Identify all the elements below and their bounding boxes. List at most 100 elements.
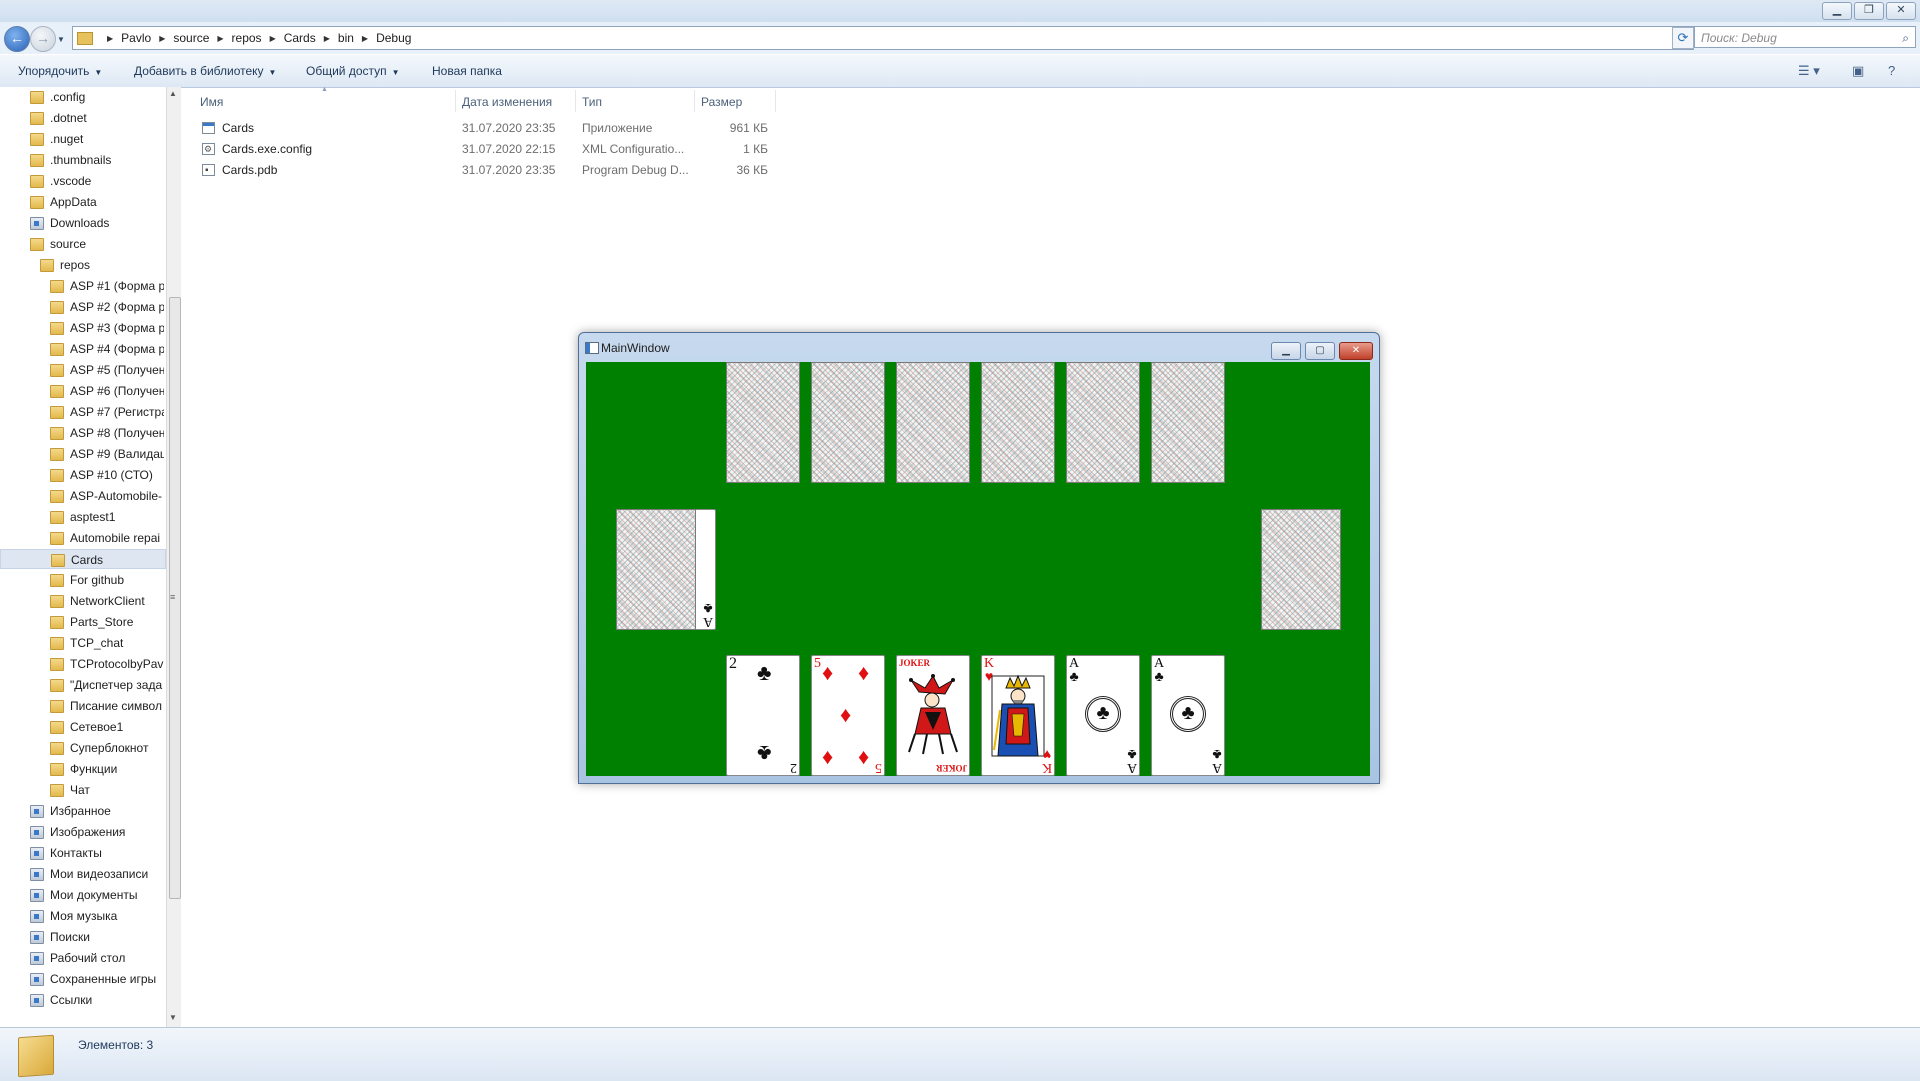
refresh-button[interactable]: ⟳ [1672,27,1694,49]
column-divider[interactable] [575,90,576,112]
tree-item[interactable]: Изображения [0,822,166,842]
maximize-button[interactable]: ▢ [1305,342,1335,360]
column-header-type[interactable]: Тип [582,92,602,112]
breadcrumb-item[interactable]: Cards ▶ [284,31,338,45]
tree-item[interactable]: .nuget [0,129,166,149]
minimize-button[interactable]: ▁ [1822,2,1852,20]
forward-button[interactable]: → [30,26,56,52]
scroll-up-arrow[interactable]: ▲ [169,89,177,98]
card-back[interactable] [811,362,885,483]
main-window[interactable]: MainWindow ▁ ▢ ✕ A ♣ 2 ♣ ♣ 2 5 ♦ ♦ ♦ ♦ ♦… [578,332,1380,784]
column-header-name[interactable]: Имя [200,92,223,112]
column-divider[interactable] [775,90,776,112]
close-button[interactable]: ✕ [1339,342,1373,360]
tree-item[interactable]: ASP #7 (Регистра [0,402,166,422]
address-bar[interactable]: ▶ Pavlo ▶ source ▶ repos ▶ Cards ▶ bin ▶ Debu… [72,26,1694,50]
tree-item[interactable]: .dotnet [0,108,166,128]
card-back[interactable] [896,362,970,483]
tree-item[interactable]: TCP_chat [0,633,166,653]
tree-item[interactable]: Сетевое1 [0,717,166,737]
tree-item[interactable]: ASP-Automobile- [0,486,166,506]
recent-pages-dropdown[interactable]: ▼ [57,35,65,44]
tree-item[interactable]: ASP #8 (Получен [0,423,166,443]
view-options-icon[interactable]: ☰ ▾ [1798,63,1820,79]
tree-item[interactable]: For github [0,570,166,590]
tree-item[interactable]: ASP #10 (СТО) [0,465,166,485]
tree-item[interactable]: Automobile repai [0,528,166,548]
share-button[interactable]: Общий доступ ▼ [306,64,400,78]
hand-card-joker[interactable]: JOKER JOKER [896,655,970,776]
tree-item[interactable]: ASP #9 (Валидац [0,444,166,464]
organize-button[interactable]: Упорядочить ▼ [18,64,102,78]
tree-item[interactable]: Мои документы [0,885,166,905]
tree-item[interactable]: ASP #6 (Получен [0,381,166,401]
file-row[interactable]: Cards 31.07.2020 23:35 Приложение 961 КБ [200,118,780,139]
hand-card-king-hearts[interactable]: K ♥ K ♥ [981,655,1055,776]
tree-item[interactable]: Чат [0,780,166,800]
breadcrumb-item[interactable]: Debug [376,31,411,45]
back-button[interactable]: ← [4,26,30,52]
breadcrumb-item[interactable]: Pavlo ▶ [121,31,173,45]
tree-item[interactable]: Суперблокнот [0,738,166,758]
tree-item[interactable]: ASP #1 (Форма р [0,276,166,296]
tree-item[interactable]: .thumbnails [0,150,166,170]
column-divider[interactable] [694,90,695,112]
tree-item[interactable]: ASP #5 (Получен [0,360,166,380]
deck-pile[interactable] [616,509,696,630]
breadcrumb-item[interactable]: source ▶ [173,31,231,45]
tree-item[interactable]: Сохраненные игры [0,969,166,989]
help-icon[interactable]: ? [1888,63,1895,78]
tree-item[interactable]: Мои видеозаписи [0,864,166,884]
file-row[interactable]: Cards.exe.config 31.07.2020 22:15 XML Co… [200,139,780,160]
tree-item[interactable]: Рабочий стол [0,948,166,968]
tree-item[interactable]: Downloads [0,213,166,233]
tree-item[interactable]: Поиски [0,927,166,947]
breadcrumb-item[interactable]: repos ▶ [232,31,284,45]
tree-item[interactable]: Контакты [0,843,166,863]
tree-item[interactable]: ASP #3 (Форма р [0,318,166,338]
tree-item[interactable]: repos [0,255,166,275]
hand-card-ace-clubs[interactable]: A ♣ ♣ A ♣ [1066,655,1140,776]
discard-pile[interactable] [1261,509,1341,630]
card-back[interactable] [981,362,1055,483]
search-input[interactable]: Поиск: Debug ⌕ [1694,26,1916,48]
tree-item[interactable]: Моя музыка [0,906,166,926]
tree-item[interactable]: source [0,234,166,254]
tree-item[interactable]: Функции [0,759,166,779]
column-header-size[interactable]: Размер [701,92,742,112]
scroll-down-arrow[interactable]: ▼ [169,1013,177,1022]
column-divider[interactable] [455,90,456,112]
card-back[interactable] [1066,362,1140,483]
tree-item[interactable]: Cards [0,549,166,569]
card-back[interactable] [1151,362,1225,483]
hand-card-5-diamonds[interactable]: 5 ♦ ♦ ♦ ♦ ♦ 5 [811,655,885,776]
breadcrumb-item[interactable]: bin ▶ [338,31,376,45]
tree-item[interactable]: ASP #2 (Форма р [0,297,166,317]
tree-item[interactable]: Избранное [0,801,166,821]
tree-item[interactable]: AppData [0,192,166,212]
file-row[interactable]: Cards.pdb 31.07.2020 23:35 Program Debug… [200,160,780,181]
tree-item[interactable]: Писание символ [0,696,166,716]
new-folder-button[interactable]: Новая папка [432,64,502,78]
tree-item[interactable]: TCProtocolbyPav [0,654,166,674]
add-to-library-button[interactable]: Добавить в библиотеку ▼ [134,64,276,78]
tree-item[interactable]: NetworkClient [0,591,166,611]
hand-card-ace-clubs[interactable]: A ♣ ♣ A ♣ [1151,655,1225,776]
preview-pane-icon[interactable]: ▣ [1852,63,1864,79]
tree-item[interactable]: ASP #4 (Форма р [0,339,166,359]
close-button[interactable]: ✕ [1886,2,1916,20]
restore-button[interactable]: ❐ [1854,2,1884,20]
tree-item[interactable]: asptest1 [0,507,166,527]
tree-item[interactable]: Ссылки [0,990,166,1010]
card-back[interactable] [726,362,800,483]
hand-card-2-clubs[interactable]: 2 ♣ ♣ 2 [726,655,800,776]
tree-item[interactable]: .config [0,87,166,107]
tree-item[interactable]: "Диспетчер зада [0,675,166,695]
tree-item[interactable]: Parts_Store [0,612,166,632]
tree-item-label: source [50,237,87,251]
navigation-pane[interactable]: .config .dotnet .nuget .thumbnails .vscode Ap… [0,87,180,1027]
tree-item[interactable]: .vscode [0,171,166,191]
nav-scrollbar[interactable]: ▲ ≡ ▼ [166,87,181,1027]
column-header-date[interactable]: Дата изменения [462,92,552,112]
minimize-button[interactable]: ▁ [1271,342,1301,360]
